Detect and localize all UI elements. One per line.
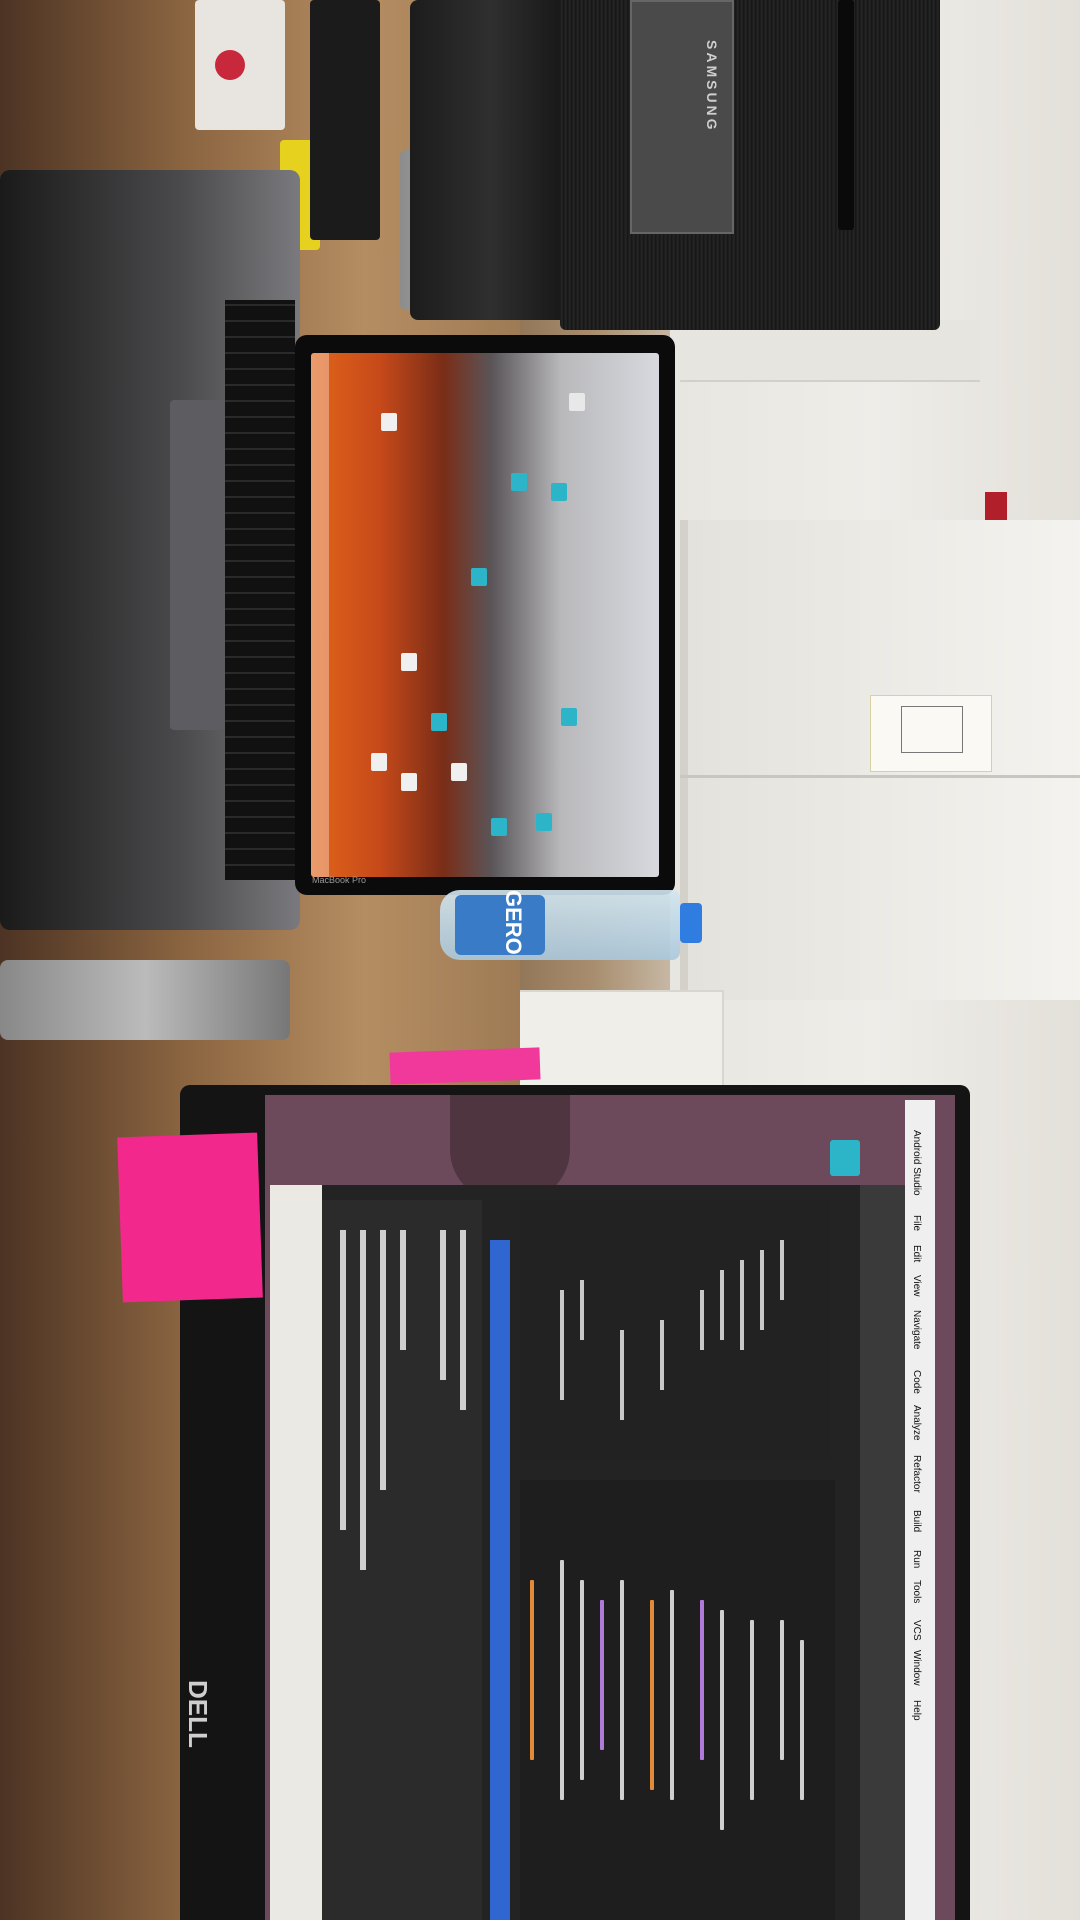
menu-item-analyze[interactable]: Analyze (911, 1405, 922, 1441)
ide-project-tree[interactable] (520, 1200, 830, 1460)
tree-node[interactable] (620, 1330, 624, 1420)
laptop-dock (311, 353, 329, 877)
code-line (650, 1600, 654, 1790)
code-line (720, 1610, 724, 1830)
code-line (700, 1600, 704, 1760)
menu-item-edit[interactable]: Edit (911, 1245, 922, 1262)
menu-item-vcs[interactable]: VCS (911, 1620, 922, 1641)
laptop-wallpaper (311, 353, 659, 877)
output-line (440, 1230, 446, 1380)
tree-node[interactable] (720, 1270, 724, 1340)
bottle-cap (680, 903, 702, 943)
code-line (560, 1560, 564, 1800)
ide-statusbar (270, 1185, 322, 1920)
desktop-icon (371, 753, 387, 771)
cabinet-seam (680, 775, 1080, 778)
samsung-monitor (560, 0, 940, 330)
router (0, 960, 290, 1040)
output-line (460, 1230, 466, 1410)
menu-item-refactor[interactable]: Refactor (911, 1455, 922, 1493)
dell-logo: DELL (183, 1680, 213, 1748)
desktop-icon (471, 568, 487, 586)
code-line (580, 1580, 584, 1780)
menu-item-navigate[interactable]: Navigate (911, 1310, 922, 1349)
samsung-vent (838, 0, 854, 230)
code-line (780, 1620, 784, 1760)
code-line (530, 1580, 534, 1760)
sticky-note (117, 1132, 263, 1303)
ide-toolbar (860, 1185, 905, 1920)
tree-node[interactable] (560, 1290, 564, 1400)
output-line (340, 1230, 346, 1530)
ide-selected-row[interactable] (490, 1240, 510, 1920)
menu-item-build[interactable]: Build (911, 1510, 922, 1532)
menu-item-run[interactable]: Run (911, 1550, 922, 1568)
desktop-icon (451, 763, 467, 781)
desktop-icon (536, 813, 552, 831)
output-line (400, 1230, 406, 1350)
code-line (750, 1620, 754, 1800)
sticker-red-dot (215, 50, 245, 80)
desktop-icon (431, 713, 447, 731)
desktop-icon (491, 818, 507, 836)
menu-item-window[interactable]: Window (911, 1650, 922, 1686)
output-line (380, 1230, 386, 1490)
photo-scene: SAMSUNG MacBook Pro GERO Android Studio … (0, 0, 1080, 1920)
tree-node[interactable] (760, 1250, 764, 1330)
desktop-icon (401, 653, 417, 671)
laptop-trackpad (170, 400, 225, 730)
sticky-note-small (389, 1047, 541, 1085)
samsung-stand (410, 0, 570, 320)
desktop-icon (569, 393, 585, 411)
power-strip (310, 0, 380, 240)
code-line (800, 1640, 804, 1800)
menu-item-app[interactable]: Android Studio (911, 1130, 922, 1196)
menu-item-view[interactable]: View (911, 1275, 922, 1297)
tree-node[interactable] (580, 1280, 584, 1340)
tree-node[interactable] (780, 1240, 784, 1300)
tree-node[interactable] (700, 1290, 704, 1350)
desktop-folder-icon (830, 1140, 860, 1176)
desktop-icon (381, 413, 397, 431)
desktop-icon (401, 773, 417, 791)
laptop-screen (295, 335, 675, 895)
samsung-logo: SAMSUNG (704, 40, 720, 133)
desktop-icon (551, 483, 567, 501)
menu-item-tools[interactable]: Tools (911, 1580, 922, 1603)
menu-item-code[interactable]: Code (911, 1370, 922, 1394)
code-line (600, 1600, 604, 1750)
menu-item-help[interactable]: Help (911, 1700, 922, 1721)
fire-sign (985, 492, 1007, 520)
laptop-keyboard (225, 300, 295, 880)
floorplan-poster (870, 695, 992, 772)
menu-item-file[interactable]: File (911, 1215, 922, 1231)
tree-node[interactable] (740, 1260, 744, 1350)
output-line (360, 1230, 366, 1570)
tree-node[interactable] (660, 1320, 664, 1390)
desktop-icon (561, 708, 577, 726)
laptop-brand: MacBook Pro (312, 875, 367, 885)
code-line (620, 1580, 624, 1800)
desktop-icon (511, 473, 527, 491)
ide-code-editor[interactable] (520, 1480, 835, 1920)
bottle-label-text: GERO (501, 890, 526, 955)
code-line (670, 1590, 674, 1800)
